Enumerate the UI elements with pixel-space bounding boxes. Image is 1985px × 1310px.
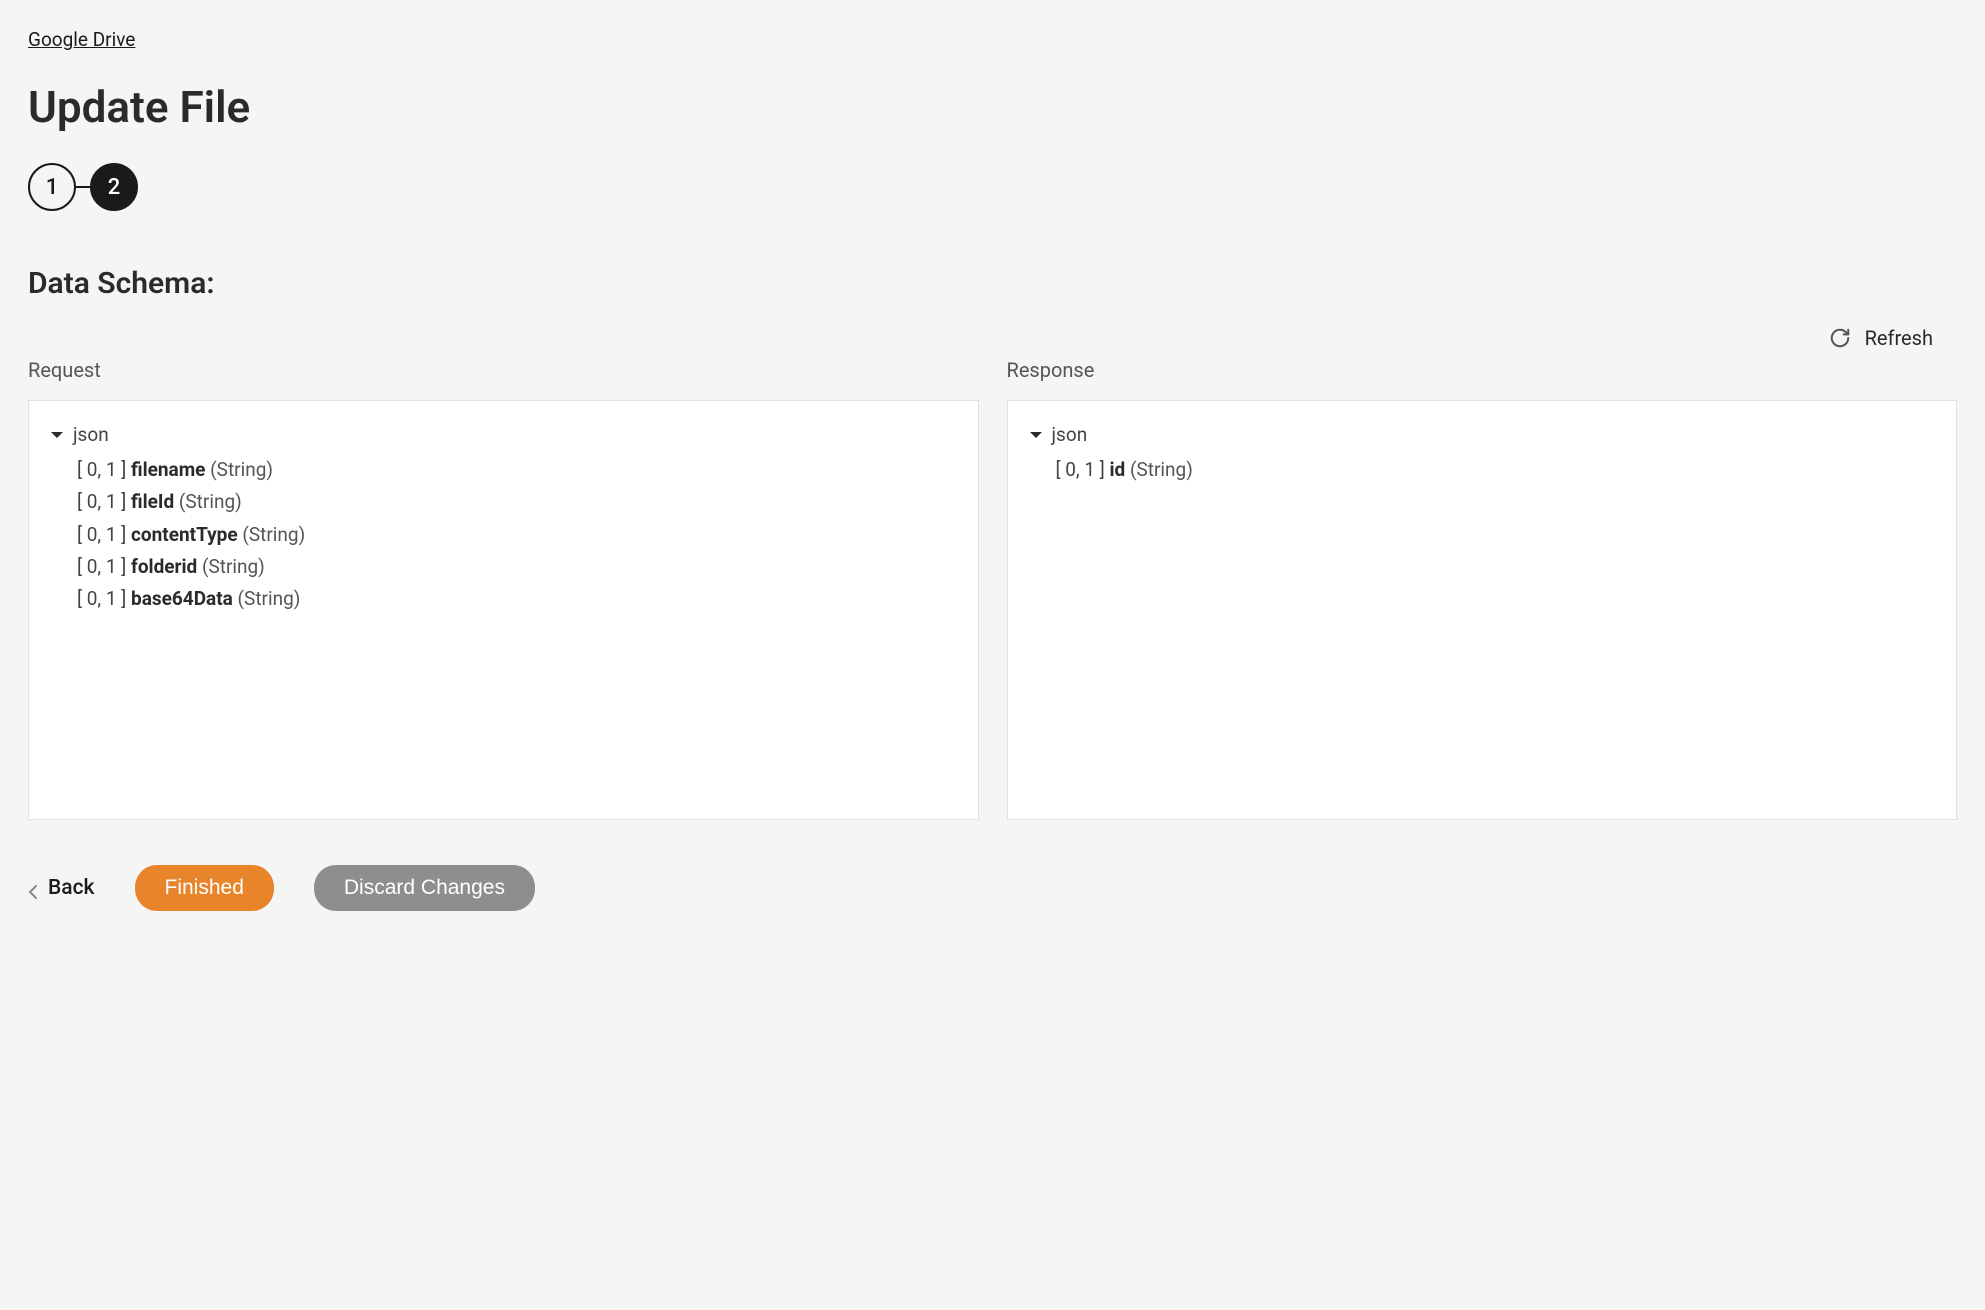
finished-button[interactable]: Finished (135, 865, 274, 911)
back-label: Back (48, 876, 95, 900)
chevron-down-icon (49, 427, 65, 443)
schema-field: [ 0, 1 ] base64Data (String) (77, 583, 958, 615)
refresh-button[interactable]: Refresh (1865, 326, 1933, 350)
discard-changes-button[interactable]: Discard Changes (314, 865, 535, 911)
request-panel: json [ 0, 1 ] filename (String) [ 0, 1 ]… (28, 400, 979, 820)
page-title: Update File (28, 81, 1957, 133)
chevron-left-icon (28, 881, 38, 895)
response-panel: json [ 0, 1 ] id (String) (1007, 400, 1958, 820)
step-1[interactable]: 1 (28, 163, 76, 211)
request-tree-toggle[interactable]: json (49, 423, 958, 446)
step-connector (76, 186, 90, 188)
section-title: Data Schema: (28, 266, 1957, 301)
response-root-label: json (1052, 423, 1088, 446)
schema-field: [ 0, 1 ] filename (String) (77, 454, 958, 486)
schema-field: [ 0, 1 ] id (String) (1056, 454, 1937, 486)
request-root-label: json (73, 423, 109, 446)
response-tree-toggle[interactable]: json (1028, 423, 1937, 446)
schema-field: [ 0, 1 ] fileId (String) (77, 486, 958, 518)
breadcrumb-link[interactable]: Google Drive (28, 28, 135, 51)
chevron-down-icon (1028, 427, 1044, 443)
refresh-icon[interactable] (1829, 327, 1851, 349)
response-panel-label: Response (1007, 358, 1958, 382)
schema-field: [ 0, 1 ] contentType (String) (77, 519, 958, 551)
stepper: 1 2 (28, 163, 1957, 211)
request-panel-label: Request (28, 358, 979, 382)
schema-field: [ 0, 1 ] folderid (String) (77, 551, 958, 583)
step-2[interactable]: 2 (90, 163, 138, 211)
back-button[interactable]: Back (28, 876, 95, 900)
